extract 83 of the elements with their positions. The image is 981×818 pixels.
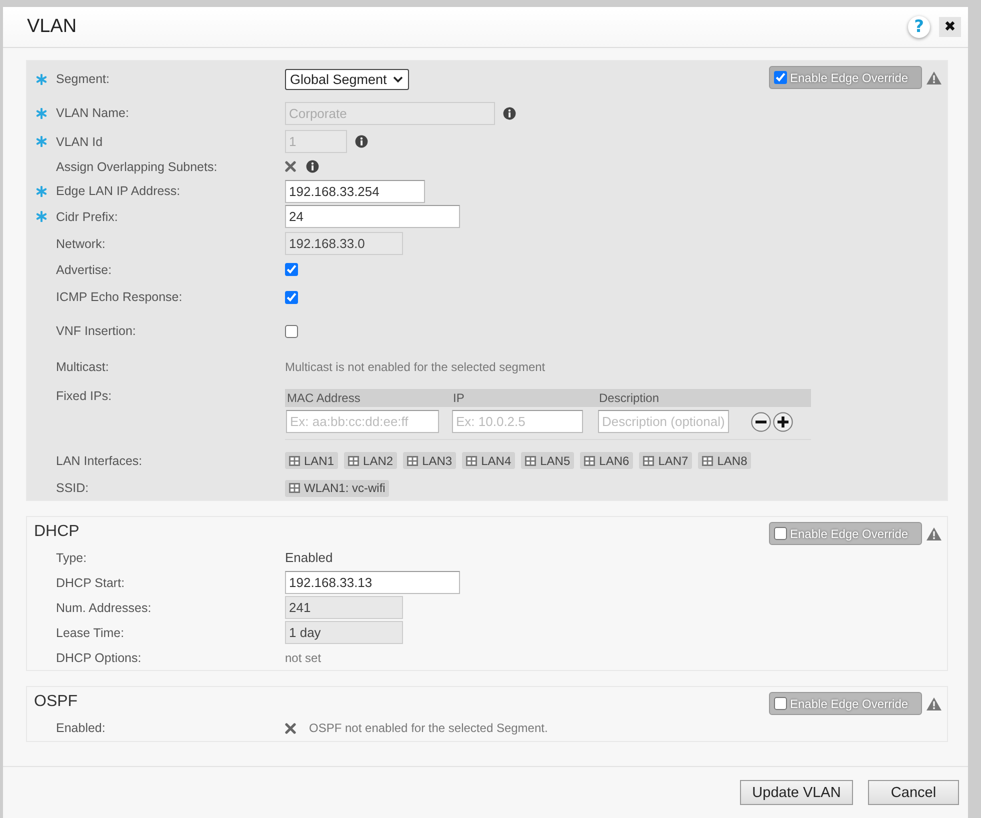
field-label: Fixed IPs: [56, 389, 113, 403]
field-label: DHCP Start: [56, 576, 126, 590]
field-label: Assign Overlapping Subnets: [56, 160, 218, 174]
note-text: OSPF not enabled for the selected Segment. [309, 721, 548, 735]
column-header: Description [598, 391, 660, 405]
field-label: Enabled: [56, 721, 106, 735]
required-icon [36, 211, 47, 222]
input-field[interactable]: 1 day [285, 621, 403, 644]
tag-label: LAN1 [304, 454, 334, 468]
port-icon [466, 456, 478, 466]
column-header: IP [452, 391, 466, 405]
tag-label: LAN6 [599, 454, 630, 468]
tag-label: LAN8 [717, 454, 748, 468]
cross-icon [285, 161, 296, 172]
field-label: VLAN Id [56, 134, 104, 148]
field-label: SSID: [56, 481, 90, 495]
field-label: Edge LAN IP Address: [56, 184, 182, 198]
warning-icon [926, 696, 942, 710]
port-icon [584, 456, 596, 466]
warning-icon [926, 526, 942, 540]
required-icon [36, 186, 47, 196]
tag-label: LAN3 [422, 454, 452, 468]
checkbox[interactable] [285, 324, 298, 338]
close-button[interactable]: ✖ [939, 17, 961, 37]
input-field[interactable]: Ex: aa:bb:cc:dd:ee:ff [286, 410, 439, 433]
port-icon [643, 456, 654, 466]
note-text: Multicast is not enabled for the selected segment [285, 360, 546, 374]
port-icon [348, 456, 360, 466]
input-field[interactable]: Description (optional) [598, 410, 729, 433]
remove-button[interactable] [751, 412, 771, 432]
checkbox[interactable] [774, 697, 787, 710]
field-label: Advertise: [56, 262, 113, 276]
field-label: Cidr Prefix: [56, 210, 119, 224]
section-title: OSPF [33, 692, 79, 712]
column-header: MAC Address [286, 391, 362, 405]
field-label: DHCP Options: [56, 650, 142, 664]
info-icon [503, 106, 516, 120]
port-icon [289, 483, 300, 493]
port-icon [702, 456, 714, 466]
port-icon [525, 456, 536, 466]
tag-label: LAN4 [481, 454, 512, 468]
field-label: VLAN Name: [56, 106, 130, 120]
input-field[interactable]: 192.168.33.0 [285, 232, 403, 255]
input-field[interactable]: 24 [285, 205, 460, 228]
input-field[interactable]: Ex: 10.0.2.5 [452, 410, 583, 433]
tag-label: LAN7 [658, 454, 688, 468]
input-field[interactable]: 192.168.33.13 [285, 571, 460, 594]
tag-label: WLAN1: vc-wifi [304, 481, 386, 495]
value-text: Enabled [285, 550, 333, 565]
cross-icon [285, 722, 296, 734]
field-label: ICMP Echo Response: [56, 290, 184, 304]
update-button[interactable]: Update VLAN [740, 780, 853, 805]
port-icon [289, 456, 300, 466]
field-label: Network: [56, 236, 106, 250]
warning-icon [926, 70, 942, 84]
caret-icon [392, 76, 403, 82]
cancel-button[interactable]: Cancel [868, 780, 959, 805]
field-label: Type: [56, 550, 88, 564]
field-label: VNF Insertion: [56, 324, 137, 338]
checkbox[interactable] [774, 71, 787, 84]
field-label: Segment: [56, 72, 111, 86]
field-label: Lease Time: [56, 626, 126, 640]
required-icon [36, 108, 47, 118]
window-title: VLAN [27, 16, 78, 38]
required-icon [36, 136, 47, 147]
required-icon [36, 74, 47, 84]
checkbox[interactable] [285, 263, 298, 276]
note-text: not set [285, 650, 322, 664]
input-field[interactable]: 192.168.33.254 [285, 180, 425, 202]
checkbox[interactable] [774, 527, 787, 540]
info-icon [306, 160, 319, 173]
field-label: Multicast: [56, 360, 110, 374]
info-icon [355, 135, 368, 148]
add-button[interactable] [773, 412, 793, 432]
port-icon [407, 456, 418, 466]
input-field[interactable]: 241 [285, 596, 403, 619]
field-label: Num. Addresses: [56, 600, 152, 614]
tag-label: LAN2 [363, 454, 394, 468]
segment-dropdown[interactable]: Global Segment [285, 68, 409, 90]
field-label: LAN Interfaces: [56, 454, 144, 468]
checkbox[interactable] [285, 290, 298, 304]
section-title: DHCP [33, 522, 80, 542]
tag-label: LAN5 [540, 454, 570, 468]
